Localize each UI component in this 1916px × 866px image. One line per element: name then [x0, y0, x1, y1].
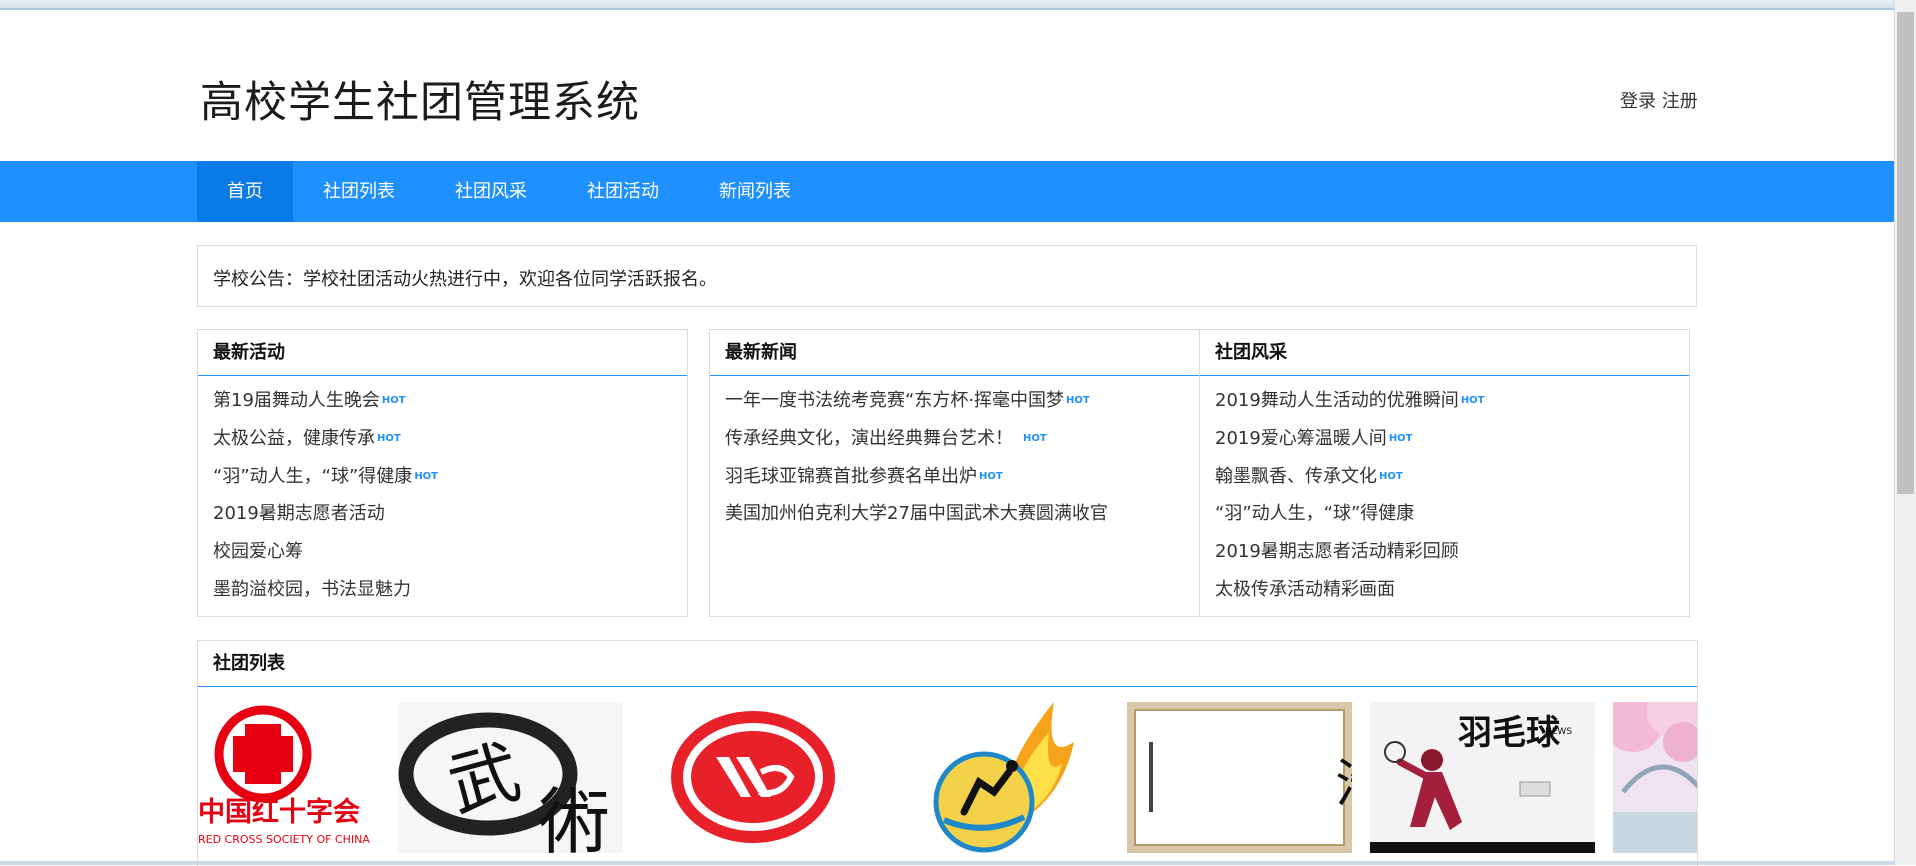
list-item-text[interactable]: 太极传承活动精彩画面: [1215, 579, 1395, 600]
auth-links: 登录 注册: [1620, 87, 1698, 113]
club-caption: 術: [538, 780, 610, 853]
club-caption: RED CROSS SOCIETY OF CHINA: [198, 833, 370, 846]
club-caption: 武: [440, 730, 529, 827]
cherry-blossom-bridge-image[interactable]: [1613, 702, 1697, 853]
badminton-poster-image[interactable]: 羽毛球 NEWS: [1370, 702, 1595, 853]
club-style-panel: 社团风采 2019舞动人生活动的优雅瞬间 HOT 2019爱心筹温暖人间 HOT 翰…: [1199, 329, 1690, 617]
latest-activities-panel: 最新活动 第19届舞动人生晚会 HOT 太极公益，健康传承 HOT “羽”动人生，“…: [197, 329, 688, 617]
list-item[interactable]: 2019爱心筹温暖人间 HOT: [1215, 420, 1689, 458]
list-item-text[interactable]: “羽”动人生，“球”得健康: [1215, 503, 1414, 524]
hot-badge: HOT: [1460, 395, 1485, 406]
nav-club-style[interactable]: 社团风采: [425, 161, 557, 222]
latest-news-panel: 最新新闻 一年一度书法统考竞赛“东方杯·挥毫中国梦 HOT 传承经典文化，演出经典…: [709, 329, 1201, 617]
scrollbar-thumb[interactable]: [1897, 12, 1914, 494]
panel-title: 最新活动: [198, 330, 687, 376]
club-list-section: 社团列表 中国红十字会 RED CROSS SOCIETY OF CHINA 武…: [197, 640, 1698, 866]
list-item[interactable]: “羽”动人生，“球”得健康: [1215, 495, 1689, 533]
login-link[interactable]: 登录: [1620, 91, 1656, 112]
list-item-text[interactable]: 翰墨飘香、传承文化: [1215, 466, 1377, 487]
list-item-text[interactable]: 校园爱心筹: [213, 541, 303, 562]
club-caption: 中国红十字会: [198, 796, 360, 828]
register-link[interactable]: 注册: [1662, 91, 1698, 112]
main-nav: 首页 社团列表 社团风采 社团活动 新闻列表: [0, 161, 1895, 222]
calligraphy-scroll-image[interactable]: 浩然正氣: [1127, 702, 1352, 853]
hot-badge: HOT: [377, 432, 401, 444]
wushu-calligraphy-image[interactable]: 武 術: [398, 702, 623, 853]
nav-club-activities[interactable]: 社团活动: [557, 161, 689, 222]
list-item[interactable]: 羽毛球亚锦赛首批参赛名单出炉 HOT: [725, 458, 1200, 496]
hot-badge: HOT: [414, 470, 439, 482]
hot-badge: HOT: [381, 395, 406, 406]
section-title: 社团列表: [198, 641, 1697, 687]
youth-volunteer-association-logo[interactable]: [641, 702, 866, 853]
panel-title: 最新新闻: [710, 330, 1200, 376]
list-item[interactable]: “羽”动人生，“球”得健康 HOT: [213, 458, 687, 496]
browser-bottom-strip: [0, 861, 1895, 865]
list-item[interactable]: 2019暑期志愿者活动精彩回顾: [1215, 533, 1689, 571]
list-item[interactable]: 传承经典文化，演出经典舞台艺术！ HOT: [725, 420, 1200, 458]
list-item-text[interactable]: 一年一度书法统考竞赛“东方杯·挥毫中国梦: [725, 390, 1064, 411]
list-item-text[interactable]: 2019爱心筹温暖人间: [1215, 428, 1387, 449]
red-cross-logo[interactable]: 中国红十字会 RED CROSS SOCIETY OF CHINA: [198, 702, 423, 853]
list-item[interactable]: 墨韵溢校园，书法显魅力: [213, 571, 687, 609]
hot-badge: HOT: [1379, 470, 1403, 482]
news-list: 一年一度书法统考竞赛“东方杯·挥毫中国梦 HOT 传承经典文化，演出经典舞台艺术！…: [710, 376, 1200, 533]
hot-badge: HOT: [1388, 432, 1413, 444]
nav-home[interactable]: 首页: [197, 161, 293, 222]
style-list: 2019舞动人生活动的优雅瞬间 HOT 2019爱心筹温暖人间 HOT 翰墨飘香、传…: [1200, 376, 1689, 609]
school-notice: 学校公告：学校社团活动火热进行中，欢迎各位同学活跃报名。: [197, 245, 1697, 307]
list-item-text[interactable]: 羽毛球亚锦赛首批参赛名单出炉: [725, 466, 977, 487]
club-caption: 浩然正氣: [1335, 755, 1352, 815]
list-item-text[interactable]: “羽”动人生，“球”得健康: [213, 466, 412, 487]
list-item[interactable]: 校园爱心筹: [213, 533, 687, 571]
site-header: 高校学生社团管理系统 登录 注册: [0, 10, 1895, 161]
nav-news-list[interactable]: 新闻列表: [689, 161, 821, 222]
club-caption: NEWS: [1545, 727, 1572, 737]
list-item[interactable]: 2019舞动人生活动的优雅瞬间 HOT: [1215, 382, 1689, 420]
list-item-text[interactable]: 2019暑期志愿者活动精彩回顾: [1215, 541, 1459, 562]
list-item[interactable]: 2019暑期志愿者活动: [213, 495, 687, 533]
list-item-text[interactable]: 2019暑期志愿者活动: [213, 503, 385, 524]
list-item[interactable]: 太极公益，健康传承 HOT: [213, 420, 687, 458]
nav-club-list[interactable]: 社团列表: [293, 161, 425, 222]
list-item[interactable]: 第19届舞动人生晚会 HOT: [213, 382, 687, 420]
site-title: 高校学生社团管理系统: [200, 78, 640, 128]
list-item[interactable]: 一年一度书法统考竞赛“东方杯·挥毫中国梦 HOT: [725, 382, 1200, 420]
list-item-text[interactable]: 美国加州伯克利大学27届中国武术大赛圆满收官: [725, 503, 1108, 524]
list-item-text[interactable]: 墨韵溢校园，书法显魅力: [213, 579, 411, 600]
activities-list: 第19届舞动人生晚会 HOT 太极公益，健康传承 HOT “羽”动人生，“球”得健康…: [198, 376, 687, 609]
list-item[interactable]: 美国加州伯克利大学27届中国武术大赛圆满收官: [725, 495, 1200, 533]
panel-title: 社团风采: [1200, 330, 1689, 376]
browser-top-strip: [0, 0, 1916, 10]
list-item-text[interactable]: 第19届舞动人生晚会: [213, 390, 380, 411]
hot-badge: HOT: [1066, 395, 1090, 406]
notice-text: 学校公告：学校社团活动火热进行中，欢迎各位同学活跃报名。: [213, 269, 717, 290]
hot-badge: HOT: [1023, 432, 1047, 444]
list-item[interactable]: 翰墨飘香、传承文化 HOT: [1215, 458, 1689, 496]
list-item-text[interactable]: 传承经典文化，演出经典舞台艺术！: [725, 428, 1013, 449]
hot-badge: HOT: [979, 470, 1003, 482]
basketball-flame-image[interactable]: [884, 702, 1109, 853]
list-item[interactable]: 太极传承活动精彩画面: [1215, 571, 1689, 609]
list-item-text[interactable]: 2019舞动人生活动的优雅瞬间: [1215, 390, 1459, 411]
list-item-text[interactable]: 太极公益，健康传承: [213, 428, 375, 449]
page-scrollbar[interactable]: [1894, 0, 1916, 865]
